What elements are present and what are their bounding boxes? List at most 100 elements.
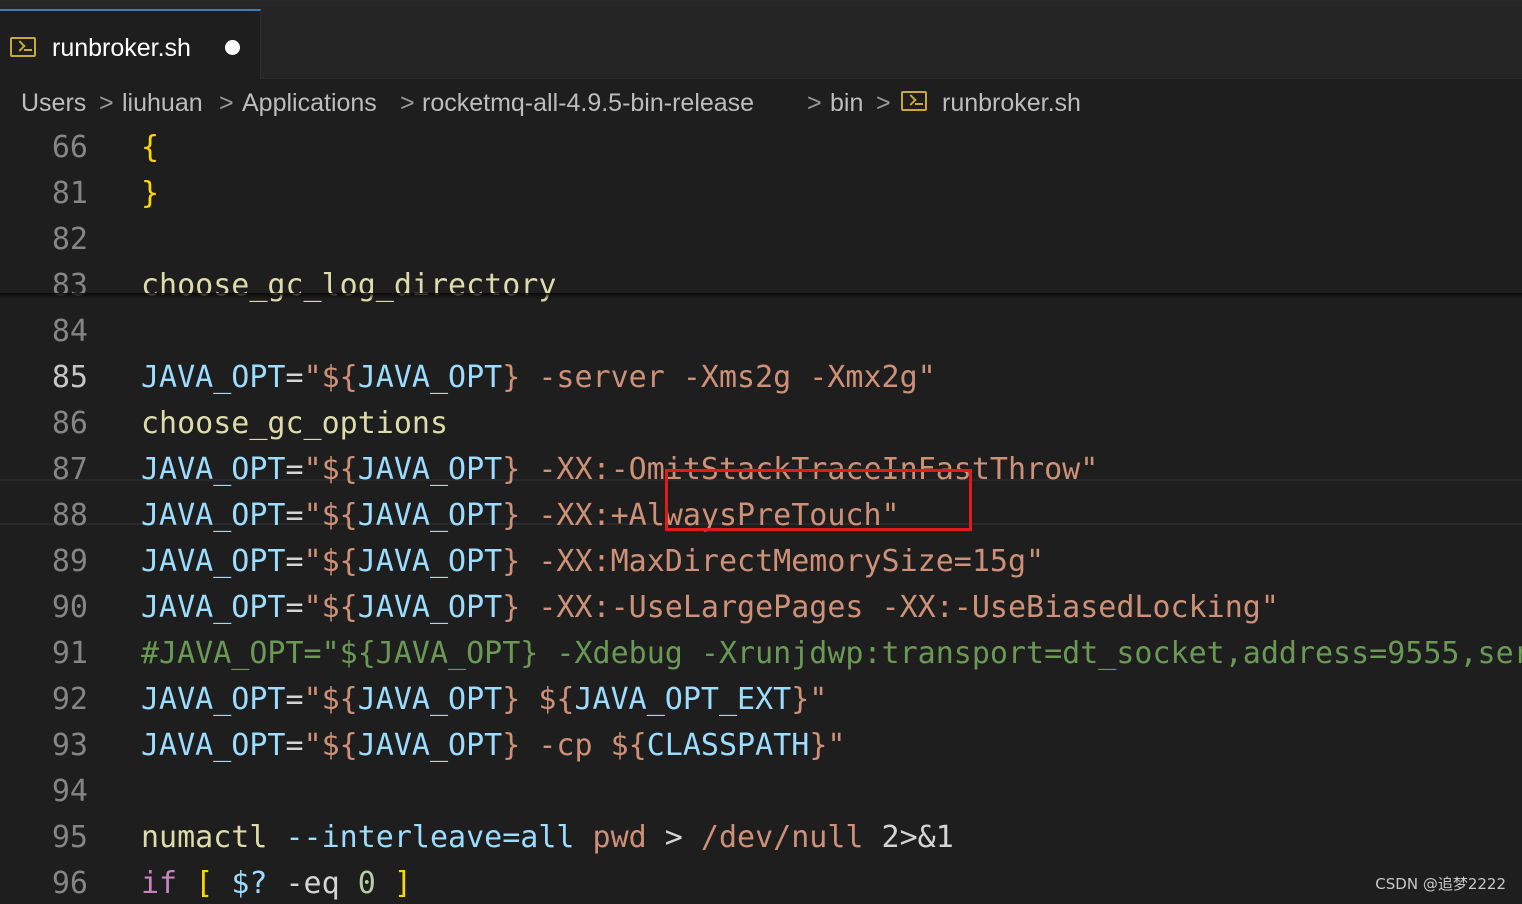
code-token: =: [285, 728, 304, 763]
breadcrumb: Users > liuhuan > Applications > rocketm…: [0, 79, 1522, 125]
code-token: JAVA_OPT: [141, 682, 286, 717]
code-token: JAVA_OPT: [357, 498, 503, 533]
code-token: JAVA_OPT_EXT: [574, 682, 792, 717]
code-line[interactable]: 82: [0, 217, 1522, 263]
chevron-right-icon: >: [99, 89, 114, 117]
tab-runbroker[interactable]: runbroker.sh: [0, 9, 261, 80]
watermark: CSDN @追梦2222: [1375, 875, 1506, 893]
code-line[interactable]: 95 numactl --interleave=all pwd > /dev/nu…: [0, 815, 1522, 861]
code-token: {: [141, 130, 160, 165]
code-line[interactable]: 83 choose_gc_log_directory: [0, 263, 1522, 309]
code-token: JAVA_OPT: [141, 728, 286, 763]
line-number: 87: [51, 452, 88, 487]
chevron-right-icon: >: [807, 89, 822, 117]
line-number: 82: [51, 222, 88, 257]
code-line[interactable]: 93 JAVA_OPT="${JAVA_OPT} -cp ${CLASSPATH}…: [0, 723, 1522, 769]
code-text: JAVA_OPT="${JAVA_OPT} -XX:MaxDirectMemor…: [141, 539, 1044, 585]
code-line[interactable]: 66 {: [0, 125, 1522, 171]
line-number: 89: [51, 544, 88, 579]
code-token: JAVA_OPT: [357, 590, 503, 625]
code-token: JAVA_OPT: [141, 452, 286, 487]
code-line[interactable]: 85 JAVA_OPT="${JAVA_OPT} -server -Xms2g -…: [0, 355, 1522, 401]
code-token: $?: [231, 866, 268, 901]
code-token: -server -Xms2g -Xmx2g": [520, 360, 936, 395]
code-token: 0: [357, 866, 376, 901]
line-number: 95: [51, 820, 88, 855]
line-number: 90: [51, 590, 88, 625]
breadcrumb-item-applications[interactable]: Applications: [242, 87, 377, 119]
code-line[interactable]: 89 JAVA_OPT="${JAVA_OPT} -XX:MaxDirectMem…: [0, 539, 1522, 585]
tab-bar: runbroker.sh: [0, 0, 1522, 80]
code-token: } -XX:-UseLargePages -XX:-UseBiasedLocki…: [502, 590, 1279, 625]
terminal-file-icon: [10, 37, 36, 57]
code-token: JAVA_OPT: [141, 360, 286, 395]
breadcrumb-item-bin[interactable]: bin: [830, 87, 863, 119]
code-text: #JAVA_OPT="${JAVA_OPT} -Xdebug -Xrunjdwp…: [141, 631, 1522, 677]
line-number: 84: [51, 314, 88, 349]
line-number: 92: [51, 682, 88, 717]
code-token: /dev/null: [700, 820, 864, 855]
code-editor[interactable]: 66 {81} 82 83 choose_gc_log_directory 84 85 JAV…: [0, 125, 1522, 904]
annotation-highlight-box: [665, 469, 972, 531]
code-token: =: [285, 498, 304, 533]
code-token: JAVA_OPT: [357, 360, 503, 395]
code-line[interactable]: 92 JAVA_OPT="${JAVA_OPT} ${JAVA_OPT_EXT}": [0, 677, 1522, 723]
code-token: ]: [393, 866, 412, 901]
code-line[interactable]: 84: [0, 309, 1522, 355]
code-line[interactable]: 90 JAVA_OPT="${JAVA_OPT} -XX:-UseLargePag…: [0, 585, 1522, 631]
code-token: choose_gc_options: [141, 406, 449, 441]
code-token: =: [285, 544, 304, 579]
line-number: 88: [51, 498, 88, 533]
breadcrumb-item-runbroker[interactable]: runbroker.sh: [942, 87, 1081, 119]
unsaved-changes-dot-icon[interactable]: [225, 40, 240, 55]
code-text: JAVA_OPT="${JAVA_OPT} ${JAVA_OPT_EXT}": [141, 677, 827, 723]
breadcrumb-item-liuhuan[interactable]: liuhuan: [122, 87, 203, 119]
sticky-scroll-shadow: [0, 293, 1522, 299]
line-number: 94: [51, 774, 88, 809]
code-text: numactl --interleave=all pwd > /dev/null…: [141, 815, 954, 861]
code-token: }: [502, 360, 521, 395]
code-line[interactable]: 91 #JAVA_OPT="${JAVA_OPT} -Xdebug -Xrunjd…: [0, 631, 1522, 677]
code-text: JAVA_OPT="${JAVA_OPT} -cp ${CLASSPATH}": [141, 723, 845, 769]
code-token: [: [195, 866, 214, 901]
code-token: }": [809, 728, 846, 763]
breadcrumb-item-rocketmq[interactable]: rocketmq-all-4.9.5-bin-release: [422, 87, 754, 119]
code-token: =: [285, 590, 304, 625]
chevron-right-icon: >: [219, 89, 234, 117]
code-text: choose_gc_log_directory: [141, 263, 556, 309]
tab-label: runbroker.sh: [52, 34, 191, 62]
code-token: CLASSPATH: [646, 728, 810, 763]
line-number: 81: [51, 176, 88, 211]
code-token: "${: [303, 590, 358, 625]
code-line[interactable]: 96 if [ $? -eq 0 ]: [0, 861, 1522, 904]
code-token: } -XX:MaxDirectMemorySize=15g": [502, 544, 1045, 579]
code-token: } ${: [502, 682, 575, 717]
code-token: }": [791, 682, 828, 717]
code-token: >: [646, 820, 701, 855]
code-token: ": [303, 360, 322, 395]
code-token: JAVA_OPT: [357, 544, 503, 579]
code-token: JAVA_OPT: [141, 590, 286, 625]
code-token: if: [141, 866, 178, 901]
code-line[interactable]: 94: [0, 769, 1522, 815]
code-token: "${: [303, 682, 358, 717]
breadcrumb-item-users[interactable]: Users: [21, 87, 86, 119]
chevron-right-icon: >: [400, 89, 415, 117]
code-token: numactl: [141, 820, 268, 855]
code-line[interactable]: 86 choose_gc_options: [0, 401, 1522, 447]
line-number: 85: [51, 360, 88, 395]
code-token: "${: [303, 728, 358, 763]
code-line[interactable]: 81}: [0, 171, 1522, 217]
code-token: JAVA_OPT: [357, 728, 503, 763]
code-token: #JAVA_OPT="${JAVA_OPT} -Xdebug -Xrunjdwp…: [141, 636, 1522, 671]
terminal-file-icon: [901, 91, 927, 111]
code-token: "${: [303, 452, 358, 487]
code-token: "${: [303, 544, 358, 579]
code-token: pwd: [592, 820, 647, 855]
code-token: JAVA_OPT: [357, 452, 503, 487]
line-number: 96: [51, 866, 88, 901]
